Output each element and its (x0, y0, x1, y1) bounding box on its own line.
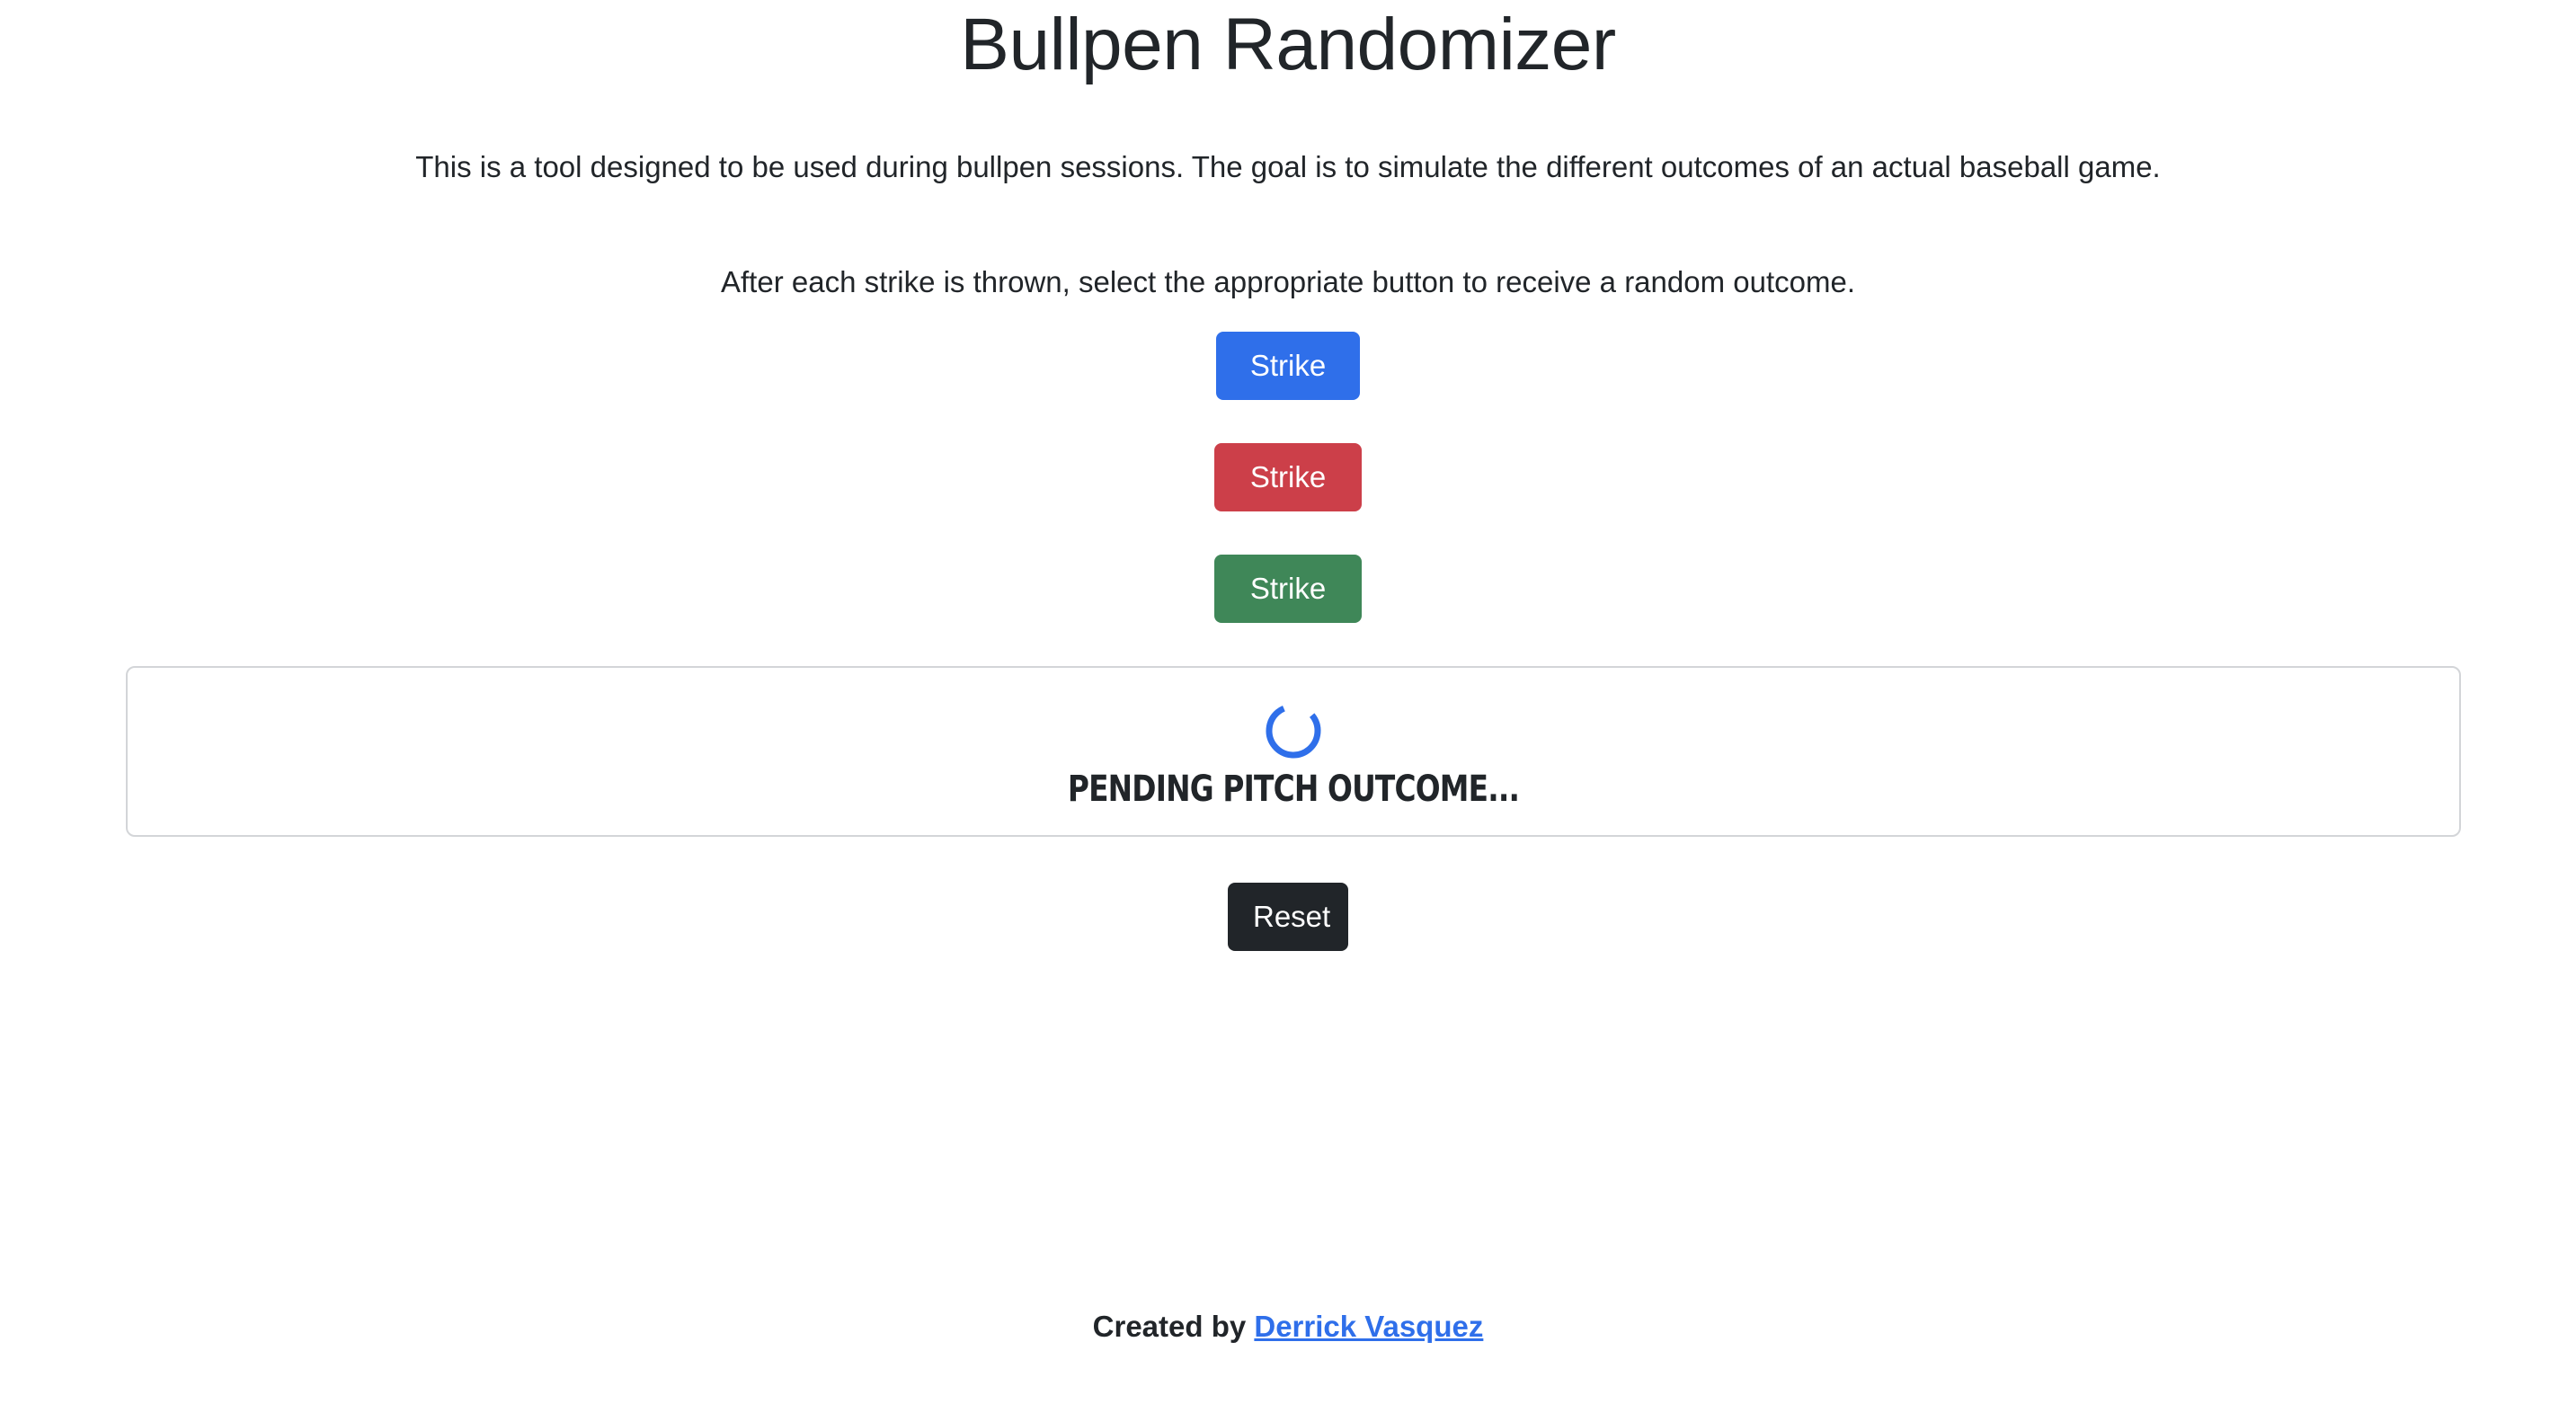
page: Bullpen Randomizer This is a tool design… (0, 0, 2576, 1413)
footer-prefix: Created by (1092, 1310, 1247, 1343)
strike-3-button[interactable]: Strike 3 (1214, 555, 1362, 673)
intro-paragraph: This is a tool designed to be used durin… (415, 150, 2161, 183)
page-title: Bullpen Randomizer (960, 4, 1616, 85)
reset-button[interactable]: Reset (1228, 883, 1348, 951)
outcome-panel: PENDING PITCH OUTCOME... (126, 666, 2461, 837)
strike-1-button[interactable]: Strike 1 (1216, 332, 1360, 450)
outcome-status-text: PENDING PITCH OUTCOME... (1067, 769, 1520, 810)
instructions-paragraph: After each strike is thrown, select the … (721, 265, 1855, 298)
loading-spinner-icon (1266, 703, 1321, 759)
author-link[interactable]: Derrick Vasquez (1254, 1310, 1483, 1343)
footer-credit: Created by Derrick Vasquez (0, 1305, 2576, 1348)
strike-2-button[interactable]: Strike 2 (1214, 443, 1362, 562)
